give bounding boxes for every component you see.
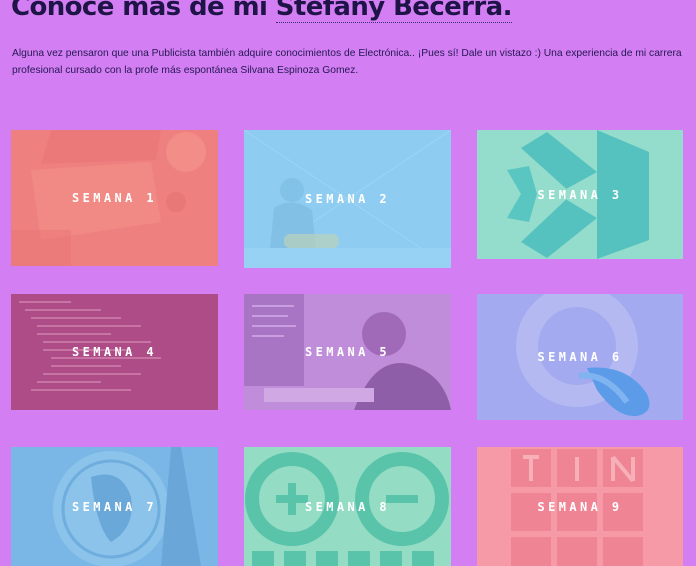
week-card-2[interactable]: SEMANA 2 xyxy=(244,130,451,268)
week-card-4[interactable]: SEMANA 4 xyxy=(11,294,218,410)
week-label: SEMANA 1 xyxy=(72,191,157,205)
intro-text: Alguna vez pensaron que una Publicista t… xyxy=(12,48,682,76)
week-card-5[interactable]: SEMANA 5 xyxy=(244,294,451,410)
week-label: SEMANA 3 xyxy=(537,187,623,202)
title-prefix: Conoce más de mi xyxy=(11,0,276,22)
page-title: Conoce más de mi Stefany Becerra. xyxy=(11,0,512,23)
week-label: SEMANA 7 xyxy=(72,499,157,514)
week-card-3[interactable]: SEMANA 3 xyxy=(477,130,683,259)
week-card-9[interactable]: SEMANA 9 xyxy=(477,447,683,566)
title-name-link[interactable]: Stefany Becerra. xyxy=(275,0,512,23)
week-label: SEMANA 2 xyxy=(305,192,390,206)
week-label: SEMANA 8 xyxy=(305,499,390,514)
week-label: SEMANA 6 xyxy=(537,350,623,364)
week-card-8[interactable]: SEMANA 8 xyxy=(244,447,451,566)
week-label: SEMANA 9 xyxy=(537,499,623,514)
week-card-1[interactable]: SEMANA 1 xyxy=(11,130,218,266)
week-label: SEMANA 5 xyxy=(305,345,390,359)
week-label: SEMANA 4 xyxy=(72,345,157,359)
week-card-6[interactable]: SEMANA 6 xyxy=(477,294,683,420)
week-card-7[interactable]: SEMANA 7 xyxy=(11,447,218,566)
